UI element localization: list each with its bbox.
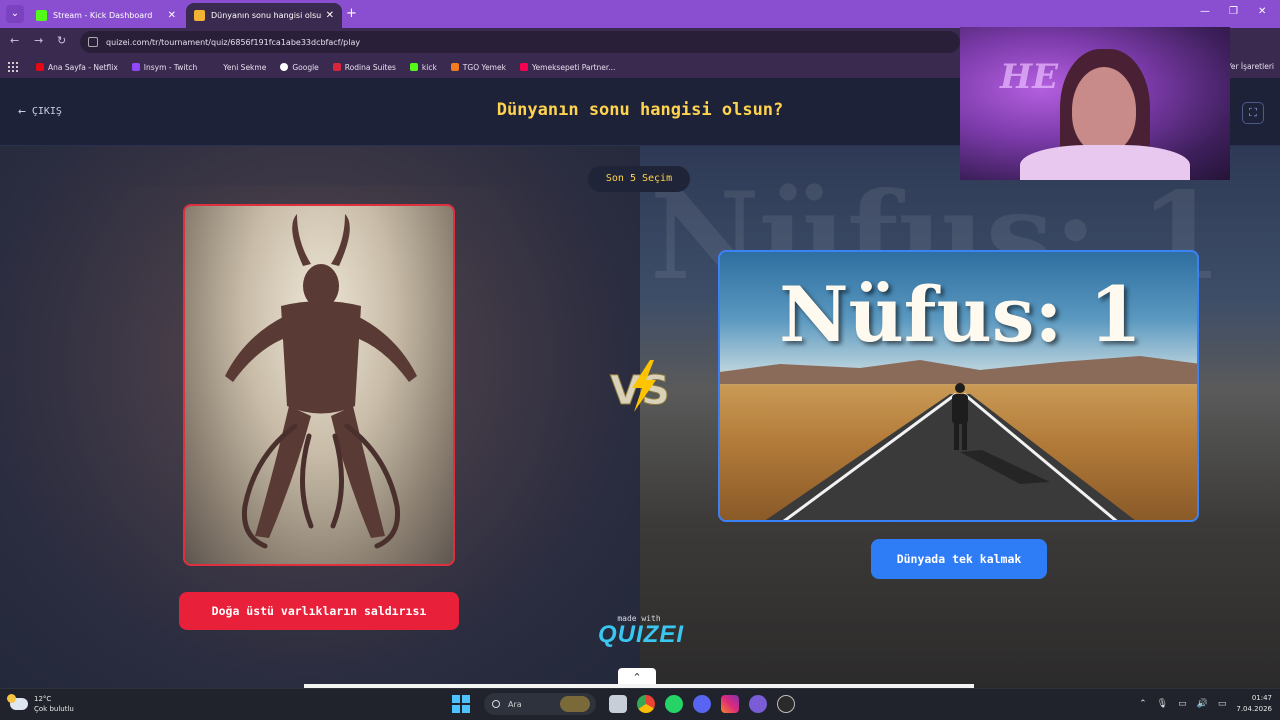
battery-icon[interactable]: ▭ (1218, 699, 1227, 709)
tab-title: Dünyanın sonu hangisi olsun? (211, 11, 322, 20)
app-icon[interactable] (749, 695, 767, 713)
left-option-image[interactable] (183, 204, 455, 566)
bookmark-item[interactable]: Yeni Sekme (211, 63, 266, 72)
vs-lightning-icon: VS (610, 360, 670, 414)
search-highlight-image (560, 696, 590, 712)
weather-temp: 12°C (34, 695, 52, 703)
microphone-icon[interactable]: 🎙 (1157, 699, 1168, 709)
minimize-icon[interactable]: — (1200, 6, 1210, 17)
made-with-badge[interactable]: made with QUIZEI (598, 614, 685, 648)
demon-illustration (225, 214, 417, 549)
left-option-button[interactable]: Doğa üstü varlıkların saldırısı (179, 592, 459, 630)
apps-icon[interactable] (8, 62, 18, 72)
right-option-image[interactable]: Nüfus: 1 (718, 250, 1199, 522)
kick-icon (36, 10, 47, 21)
obs-icon[interactable] (777, 695, 795, 713)
window-close-icon[interactable]: ✕ (1258, 6, 1266, 17)
site-info-icon[interactable] (88, 37, 98, 47)
new-tab-button[interactable]: + (346, 6, 357, 21)
bookmark-item[interactable]: Ana Sayfa - Netflix (36, 63, 118, 72)
task-view-icon[interactable] (609, 695, 627, 713)
whatsapp-icon[interactable] (665, 695, 683, 713)
quizei-icon (194, 10, 205, 21)
forward-icon[interactable]: → (34, 34, 43, 47)
weather-desc: Çok bulutlu (34, 705, 74, 713)
back-icon[interactable]: ← (10, 34, 19, 47)
network-icon[interactable]: ▭ (1178, 699, 1187, 709)
weather-widget[interactable]: 12°C Çok bulutlu (7, 694, 74, 714)
bookmark-item[interactable]: TGO Yemek (450, 63, 506, 72)
bookmark-item[interactable]: Yemeksepeti Partner... (519, 63, 615, 72)
bookmark-item[interactable]: Insym - Twitch (131, 63, 197, 72)
chrome-icon[interactable] (637, 695, 655, 713)
streamer-face (1072, 67, 1136, 153)
windows-start-icon[interactable] (452, 695, 470, 713)
neon-sign: HE (1000, 57, 1059, 97)
right-option-button[interactable]: Dünyada tek kalmak (871, 539, 1047, 579)
bookmark-item[interactable]: Google (280, 63, 319, 72)
clock-date: 7.04.2026 (1236, 705, 1272, 713)
weather-cloud-icon (7, 694, 28, 710)
option-image-caption: Nüfus: 1 (779, 270, 1142, 359)
quizei-logo: QUIZEI (598, 621, 685, 648)
search-placeholder: Ara (508, 699, 522, 709)
tab-quiz[interactable]: Dünyanın sonu hangisi olsun? ✕ (186, 3, 342, 28)
bookmark-item[interactable]: kick (409, 63, 437, 72)
restore-icon[interactable]: ❐ (1229, 6, 1238, 17)
tab-search-button[interactable]: ⌄ (6, 5, 24, 23)
vs-label: VS (610, 368, 670, 414)
volume-icon[interactable]: 🔊 (1197, 699, 1208, 709)
discord-icon[interactable] (693, 695, 711, 713)
close-icon[interactable]: ✕ (168, 10, 176, 21)
close-icon[interactable]: ✕ (326, 10, 334, 21)
browser-tabbar: ⌄ Stream - Kick Dashboard ✕ Dünyanın son… (0, 0, 1280, 28)
tab-kick-dashboard[interactable]: Stream - Kick Dashboard ✕ (28, 3, 184, 28)
chevron-up-tray-icon[interactable]: ⌃ (1139, 699, 1147, 709)
tab-title: Stream - Kick Dashboard (53, 11, 153, 20)
address-bar[interactable]: quizei.com/tr/tournament/quiz/6856f191fc… (80, 31, 960, 53)
bookmark-item[interactable]: Rodina Suites (332, 63, 396, 72)
clock-time: 01:47 (1251, 694, 1272, 702)
taskbar-search[interactable]: Ara (484, 693, 596, 715)
taskbar: 12°C Çok bulutlu Ara ⌃ 🎙 ▭ 🔊 ▭ 01:47 7.0… (0, 688, 1280, 720)
webcam-overlay: HE (960, 27, 1230, 180)
instagram-icon[interactable] (721, 695, 739, 713)
fullscreen-icon[interactable]: ⛶ (1242, 102, 1264, 124)
reload-icon[interactable]: ↻ (57, 34, 66, 47)
url-text: quizei.com/tr/tournament/quiz/6856f191fc… (106, 37, 361, 47)
search-icon (492, 700, 500, 708)
all-bookmarks[interactable]: Yer İşaretleri (1227, 62, 1274, 71)
taskbar-clock[interactable]: 01:47 7.04.2026 (1236, 693, 1272, 715)
recent-choices-button[interactable]: Son 5 Seçim (588, 166, 690, 192)
